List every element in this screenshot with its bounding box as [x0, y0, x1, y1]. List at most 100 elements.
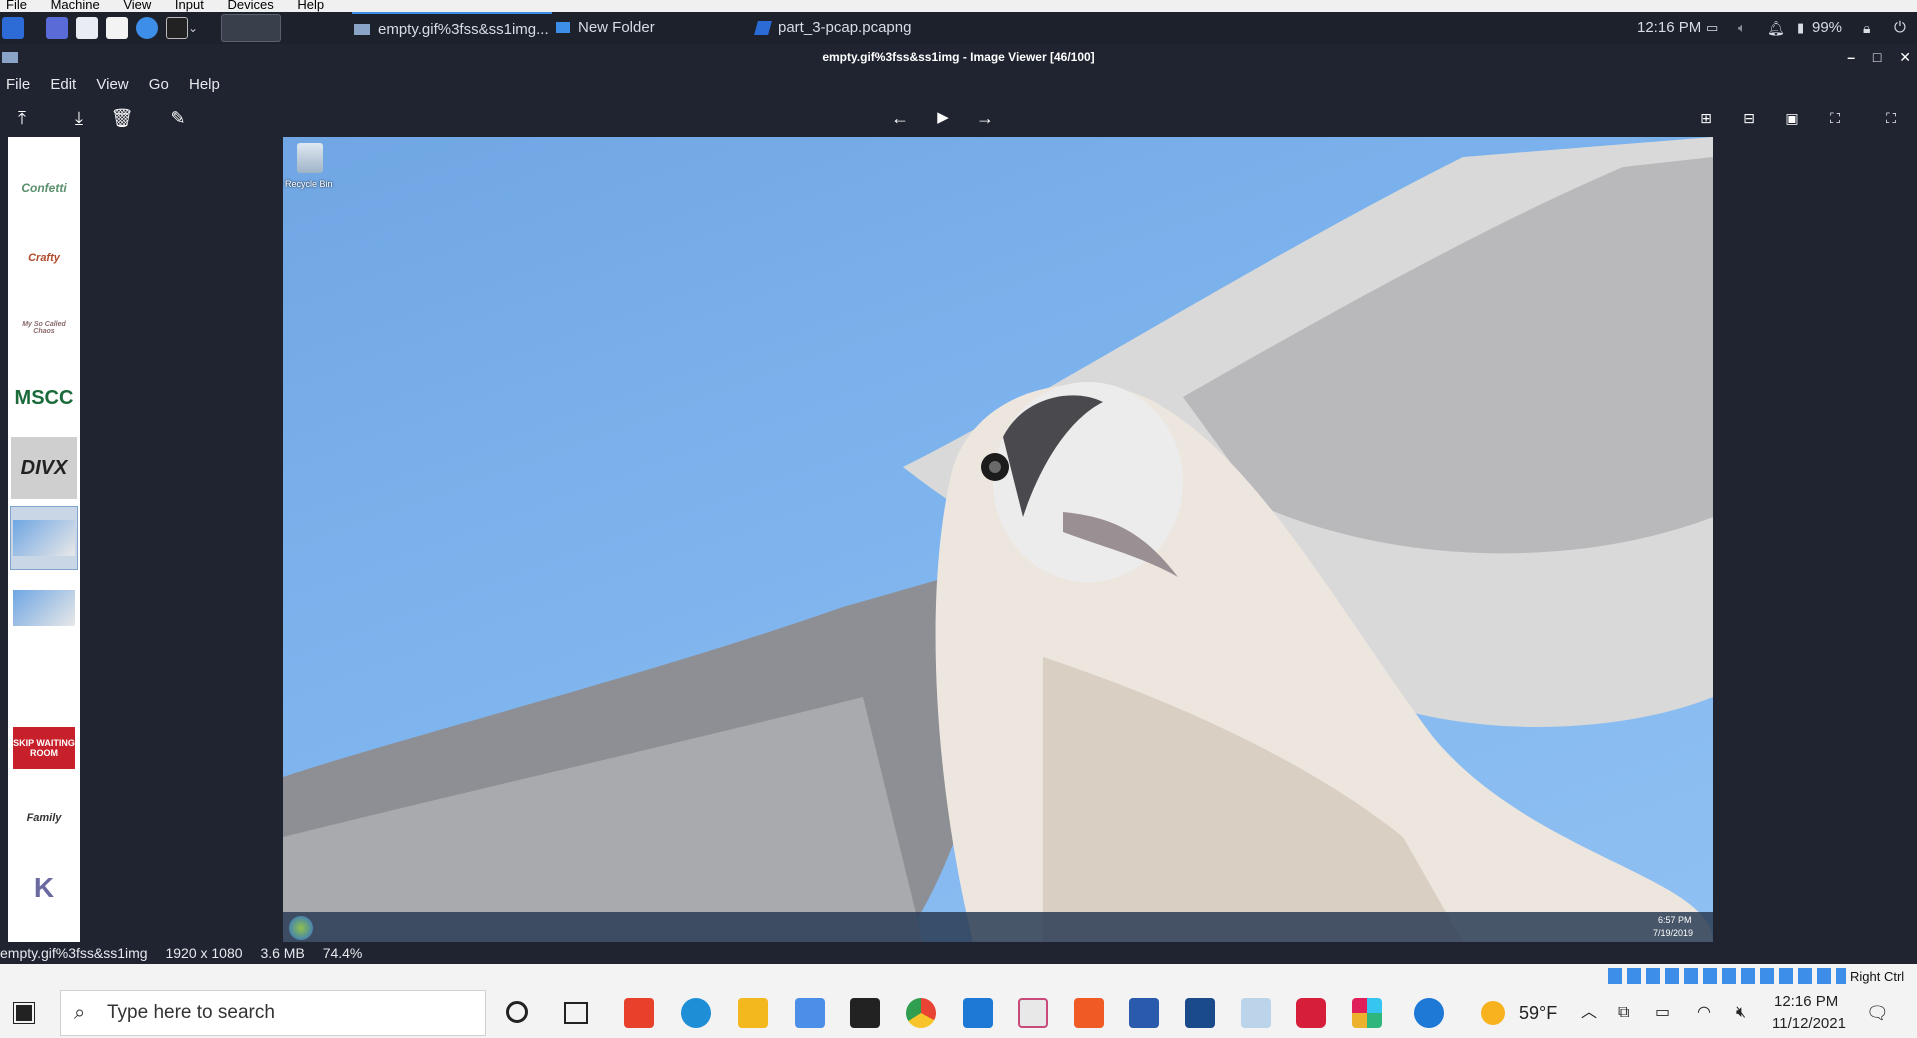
thumbnail[interactable] [11, 577, 77, 639]
text-editor-icon[interactable] [106, 17, 128, 39]
chevron-up-icon[interactable]: ︿ [1581, 988, 1597, 1038]
thumbnail-selected[interactable] [10, 506, 78, 570]
edit-pencil-icon[interactable]: ✎ [166, 106, 190, 130]
vbox-menu-devices[interactable]: Devices [227, 0, 273, 11]
open-icon[interactable]: ⤒ [10, 106, 34, 130]
app-icon[interactable] [1296, 998, 1326, 1028]
delete-icon[interactable]: 🗑︎ [110, 106, 134, 130]
maximize-icon[interactable]: □ [1873, 49, 1881, 65]
folder-icon [556, 22, 570, 33]
start-orb-icon[interactable] [289, 916, 313, 940]
image-canvas[interactable]: Recycle Bin 6:57 PM 7/19/2019 [283, 137, 1713, 942]
workspace-thumb[interactable] [221, 14, 281, 42]
file-manager-icon[interactable] [76, 17, 98, 39]
vbox-menu-machine[interactable]: Machine [51, 0, 100, 11]
vbox-menu-input[interactable]: Input [175, 0, 204, 11]
volume-muted-icon[interactable]: 🔇︎ [1736, 988, 1746, 1038]
taskbar-date[interactable]: 11/12/2021 [1772, 1014, 1846, 1034]
status-filesize: 3.6 MB [260, 945, 305, 961]
previous-arrow-icon[interactable]: ← [888, 106, 912, 130]
thumbnail[interactable]: My So Called Chaos [11, 297, 77, 359]
save-icon[interactable]: ⤓ [67, 106, 91, 130]
zoom-100-icon[interactable]: ▣ [1780, 106, 1804, 130]
edge-icon[interactable] [681, 998, 711, 1028]
task-view-icon[interactable] [564, 1002, 588, 1024]
play-slideshow-icon[interactable]: ▶ [931, 106, 955, 130]
brave-icon[interactable] [1074, 998, 1104, 1028]
weather-temp[interactable]: 59°F [1519, 988, 1557, 1038]
chevron-down-icon[interactable]: ⌄ [188, 17, 202, 39]
vbox-menu-view[interactable]: View [123, 0, 151, 11]
word-icon[interactable] [1129, 998, 1159, 1028]
search-input[interactable]: Type here to search [60, 990, 486, 1036]
thumbnail[interactable]: Family [11, 787, 77, 849]
snipping-tool-icon[interactable] [1018, 998, 1048, 1028]
task-wireshark[interactable]: part_3-pcap.pcapng [754, 12, 994, 44]
office-icon[interactable] [624, 998, 654, 1028]
window-title: empty.gif%3fss&ss1img - Image Viewer [46… [822, 50, 1095, 64]
dropbox-icon[interactable] [850, 998, 880, 1028]
wireshark-icon [754, 21, 772, 35]
vbox-status-bar: Right Ctrl [0, 964, 1917, 988]
wifi-icon[interactable]: ◠ [1697, 988, 1711, 1038]
show-desktop-icon[interactable] [46, 17, 68, 39]
zoom-out-icon[interactable]: ⊟ [1737, 106, 1761, 130]
vbox-menu-file[interactable]: File [6, 0, 27, 11]
volume-icon[interactable]: 🔈︎ [1738, 12, 1746, 44]
display-icon[interactable]: ▭ [1706, 12, 1718, 44]
menu-help[interactable]: Help [189, 76, 220, 93]
close-icon[interactable]: ✕ [1899, 49, 1911, 65]
thumbnail[interactable]: K [11, 857, 77, 919]
zoom-fit-icon[interactable]: ⛶ [1823, 106, 1847, 130]
thumbnail[interactable]: SKIP WAITING ROOM [11, 717, 77, 779]
power-icon[interactable]: ⏻ [1894, 12, 1906, 44]
windows-taskbar: Type here to search ⌕ 59°F ︿ ⧉ ▭ ◠ 🔇︎ 12… [0, 988, 1917, 1038]
panel-clock[interactable]: 12:16 PM [1637, 12, 1701, 44]
chrome-icon[interactable] [906, 998, 936, 1028]
screen-icon[interactable]: ⧉ [1618, 988, 1629, 1038]
thumbnail-strip[interactable]: Confetti Crafty My So Called Chaos MSCC … [8, 137, 80, 942]
vbox-menu-help[interactable]: Help [297, 0, 324, 11]
task-new-folder[interactable]: New Folder [554, 12, 744, 44]
help-icon[interactable] [1414, 998, 1444, 1028]
zoom-in-icon[interactable]: ⊞ [1694, 106, 1718, 130]
status-bar: empty.gif%3fss&ss1img 1920 x 1080 3.6 MB… [0, 942, 1917, 964]
task-image-viewer[interactable]: empty.gif%3fss&ss1img... [352, 12, 552, 44]
thumbnail[interactable]: MSCC [11, 367, 77, 429]
lock-icon[interactable]: 🔒︎ [1863, 12, 1870, 44]
terminal-icon[interactable] [166, 17, 188, 39]
notification-bell-icon[interactable]: 🔔︎ [1767, 12, 1785, 44]
mail-icon[interactable] [963, 998, 993, 1028]
slack-icon[interactable] [1352, 998, 1382, 1028]
window-title-bar: empty.gif%3fss&ss1img - Image Viewer [46… [0, 44, 1917, 70]
weather-icon[interactable] [1481, 1001, 1505, 1025]
battery-icon[interactable]: ▭ [1655, 988, 1670, 1038]
virtualbox-icon[interactable] [1185, 998, 1215, 1028]
thumbnail[interactable]: DIVX [11, 437, 77, 499]
vbox-menubar: File Machine View Input Devices Help [0, 0, 1917, 12]
menu-edit[interactable]: Edit [50, 76, 76, 93]
recycle-bin-icon[interactable] [297, 143, 323, 173]
toolbar: ⤒ ⤓ 🗑︎ ✎ ← ▶ → ⊞ ⊟ ▣ ⛶ ⛶ [0, 102, 1917, 134]
battery-icon[interactable]: ▮ [1797, 12, 1804, 44]
taskbar-time[interactable]: 12:16 PM [1774, 992, 1838, 1012]
thumbnail[interactable]: Confetti [11, 157, 77, 219]
minimize-icon[interactable]: – [1847, 49, 1855, 65]
windows-start-icon[interactable] [13, 1002, 35, 1024]
kali-menu-icon[interactable] [2, 17, 24, 39]
app-icon[interactable] [795, 998, 825, 1028]
menu-view[interactable]: View [96, 76, 128, 93]
notifications-icon[interactable]: 🗨︎ [1866, 988, 1889, 1038]
menu-file[interactable]: File [6, 76, 30, 93]
browser-icon[interactable] [136, 17, 158, 39]
app-icon [2, 52, 18, 63]
embedded-clock-time: 6:57 PM [1658, 915, 1692, 925]
image-viewer-app-icon[interactable] [1241, 998, 1271, 1028]
file-explorer-icon[interactable] [738, 998, 768, 1028]
fullscreen-icon[interactable]: ⛶ [1879, 106, 1903, 130]
vbox-status-icons [1608, 968, 1846, 984]
cortana-icon[interactable] [506, 1001, 528, 1023]
menu-go[interactable]: Go [149, 76, 169, 93]
thumbnail[interactable]: Crafty [11, 227, 77, 289]
next-arrow-icon[interactable]: → [973, 106, 997, 130]
